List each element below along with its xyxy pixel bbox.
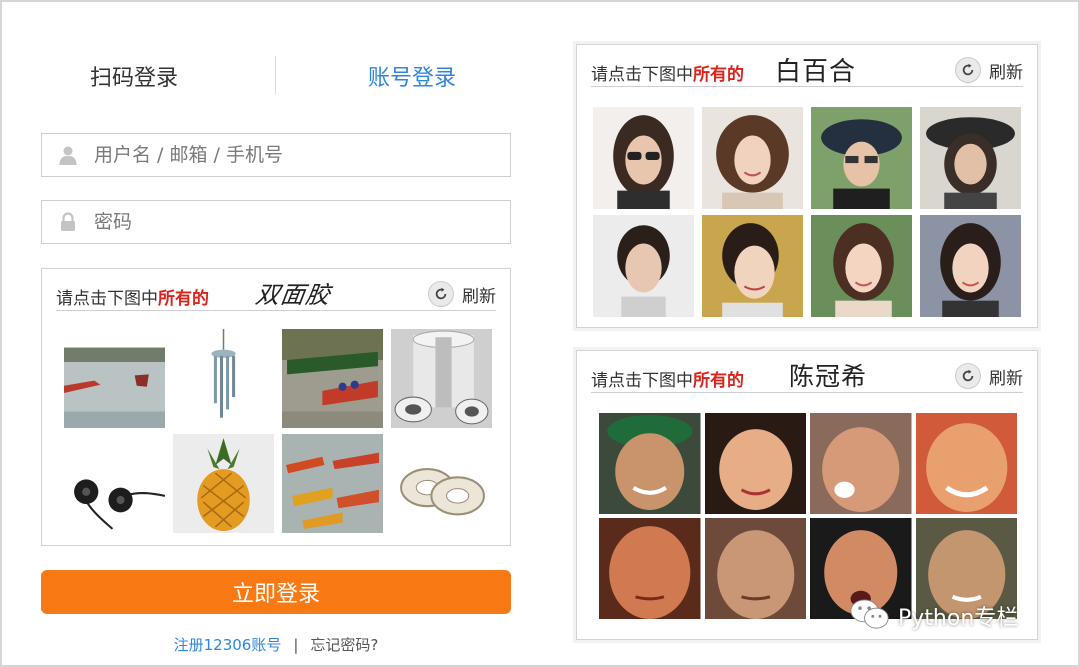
user-icon bbox=[58, 145, 78, 165]
wechat-icon bbox=[850, 598, 890, 635]
captcha-header: 请点击下图中所有的 双面胶 刷新 bbox=[56, 277, 496, 311]
captcha-panel: 请点击下图中所有的 双面胶 刷新 bbox=[41, 268, 511, 546]
captcha-header: 请点击下图中所有的 陈冠希 刷新 bbox=[591, 359, 1023, 393]
captcha-tile-portrait-6[interactable] bbox=[702, 215, 803, 317]
captcha-tile-face-5[interactable] bbox=[599, 518, 701, 619]
captcha-tile-face-6[interactable] bbox=[704, 518, 806, 619]
captcha-tile-wind-chime[interactable] bbox=[173, 329, 274, 428]
refresh-icon[interactable] bbox=[955, 363, 981, 389]
captcha-tile-double-sided-tape[interactable] bbox=[391, 434, 492, 533]
captcha-tile-face-3[interactable] bbox=[810, 413, 912, 514]
captcha-prompt: 请点击下图中所有的 bbox=[591, 60, 744, 85]
captcha-tile-pineapple[interactable] bbox=[173, 434, 274, 533]
refresh-label[interactable]: 刷新 bbox=[462, 282, 496, 307]
captcha-prompt-prefix: 请点击下图中 bbox=[56, 289, 158, 309]
register-link[interactable]: 注册12306账号 bbox=[174, 636, 282, 654]
username-input[interactable] bbox=[94, 134, 494, 176]
tab-account-login[interactable]: 账号登录 bbox=[368, 60, 456, 92]
captcha-prompt: 请点击下图中所有的 bbox=[56, 284, 209, 309]
captcha-prompt: 请点击下图中所有的 bbox=[591, 366, 744, 391]
captcha-tile-portrait-4[interactable] bbox=[920, 107, 1021, 209]
refresh-label[interactable]: 刷新 bbox=[989, 364, 1023, 389]
footer-links: 注册12306账号 | 忘记密码? bbox=[41, 634, 511, 655]
captcha-target: 白百合 bbox=[775, 57, 857, 87]
watermark: Python专栏 bbox=[850, 596, 1018, 636]
captcha-tile-dragon-boats[interactable] bbox=[282, 434, 383, 533]
captcha-tile-boats-on-river[interactable] bbox=[64, 329, 165, 428]
refresh-button[interactable]: 刷新 bbox=[428, 281, 496, 307]
captcha-tile-earphones[interactable] bbox=[64, 434, 165, 533]
captcha-prompt-prefix: 请点击下图中 bbox=[591, 65, 693, 85]
captcha-tile-face-1[interactable] bbox=[599, 413, 701, 514]
captcha-target: 陈冠希 bbox=[789, 362, 868, 391]
captcha-tile-portrait-2[interactable] bbox=[702, 107, 803, 209]
tab-divider bbox=[275, 56, 276, 94]
password-field[interactable] bbox=[41, 200, 511, 244]
captcha-tile-face-2[interactable] bbox=[704, 413, 806, 514]
captcha-image-grid bbox=[64, 329, 492, 533]
tab-qr-login[interactable]: 扫码登录 bbox=[90, 60, 178, 92]
lock-icon bbox=[58, 212, 78, 232]
captcha-header: 请点击下图中所有的 白百合 刷新 bbox=[591, 53, 1023, 87]
captcha-target: 双面胶 bbox=[253, 281, 333, 309]
captcha-image-grid bbox=[599, 413, 1017, 619]
captcha-tile-face-4[interactable] bbox=[915, 413, 1017, 514]
forgot-password-link[interactable]: 忘记密码? bbox=[310, 636, 378, 654]
captcha-prompt-highlight: 所有的 bbox=[693, 371, 744, 391]
refresh-label[interactable]: 刷新 bbox=[989, 58, 1023, 83]
captcha-prompt-prefix: 请点击下图中 bbox=[591, 371, 693, 391]
login-tabs: 扫码登录 账号登录 bbox=[42, 56, 510, 100]
password-input[interactable] bbox=[94, 201, 494, 243]
captcha-tile-portrait-7[interactable] bbox=[811, 215, 912, 317]
refresh-icon[interactable] bbox=[955, 57, 981, 83]
username-field[interactable] bbox=[41, 133, 511, 177]
captcha-tile-portrait-8[interactable] bbox=[920, 215, 1021, 317]
captcha-tile-portrait-3[interactable] bbox=[811, 107, 912, 209]
login-button[interactable]: 立即登录 bbox=[41, 570, 511, 614]
captcha-panel-top-right: 请点击下图中所有的 白百合 刷新 bbox=[576, 44, 1038, 328]
captcha-image-grid bbox=[593, 107, 1021, 317]
captcha-tile-tape-rolls-stack[interactable] bbox=[391, 329, 492, 428]
captcha-prompt-highlight: 所有的 bbox=[158, 289, 209, 309]
refresh-button[interactable]: 刷新 bbox=[955, 57, 1023, 83]
link-separator: | bbox=[293, 636, 299, 654]
refresh-button[interactable]: 刷新 bbox=[955, 363, 1023, 389]
captcha-prompt-highlight: 所有的 bbox=[693, 65, 744, 85]
captcha-tile-dragon-boat-race[interactable] bbox=[282, 329, 383, 428]
watermark-text: Python专栏 bbox=[898, 606, 1019, 631]
captcha-tile-portrait-1[interactable] bbox=[593, 107, 694, 209]
refresh-icon[interactable] bbox=[428, 281, 454, 307]
captcha-tile-portrait-5[interactable] bbox=[593, 215, 694, 317]
